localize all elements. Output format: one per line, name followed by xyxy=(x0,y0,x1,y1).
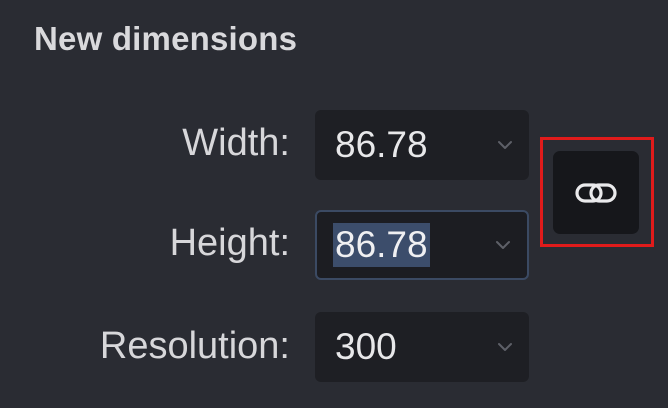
new-dimensions-panel: New dimensions Width: 86.78 Height: 86.7… xyxy=(0,0,668,408)
section-title: New dimensions xyxy=(34,20,298,57)
width-value[interactable]: 86.78 xyxy=(333,123,430,167)
link-proportions-button[interactable] xyxy=(553,151,639,234)
chevron-down-icon[interactable] xyxy=(497,342,513,352)
resolution-label: Resolution: xyxy=(99,325,290,367)
chevron-down-icon[interactable] xyxy=(495,240,511,250)
height-value[interactable]: 86.78 xyxy=(333,223,430,267)
chevron-down-icon[interactable] xyxy=(497,140,513,150)
link-icon xyxy=(575,182,617,203)
height-field[interactable]: 86.78 xyxy=(315,210,529,280)
width-label: Width: xyxy=(182,122,290,164)
width-field[interactable]: 86.78 xyxy=(315,110,529,180)
resolution-field[interactable]: 300 xyxy=(315,312,529,382)
height-label: Height: xyxy=(169,222,290,264)
resolution-value[interactable]: 300 xyxy=(333,325,399,369)
